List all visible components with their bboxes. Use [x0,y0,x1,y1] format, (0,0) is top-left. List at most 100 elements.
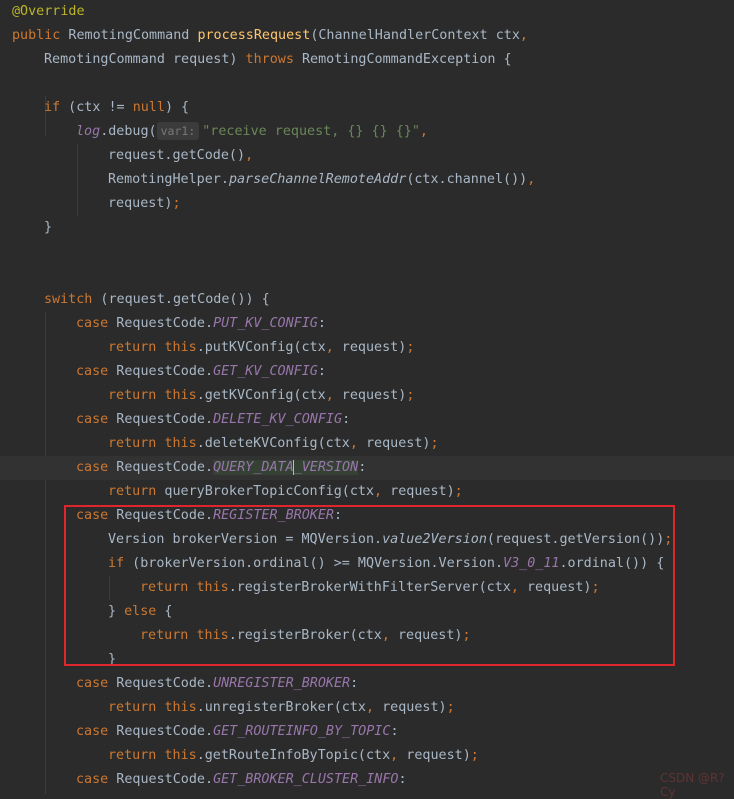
code-line[interactable]: case RequestCode.GET_BROKER_CLUSTER_INFO… [0,768,734,792]
code-editor[interactable]: @Override public RemotingCommand process… [0,0,734,799]
code-text: RequestCode. [108,364,214,379]
keyword: case [76,316,109,331]
keyword: return [108,484,157,499]
keyword: if [44,100,61,115]
punctuation: ; [430,436,439,451]
keyword: return [108,748,157,763]
code-text: RemotingCommandException { [293,52,512,67]
code-text: RequestCode. [108,412,214,427]
punctuation: ; [454,484,463,499]
code-text: request) [333,340,407,355]
parameter-hint: var1: [156,122,200,140]
constant: UNREGISTER_BROKER [213,676,351,691]
keyword: return [108,388,157,403]
static-method: parseChannelRemoteAddr [228,172,407,187]
constant: GET_BROKER_CLUSTER_INFO [213,772,399,787]
code-text: RequestCode. [108,676,214,691]
code-text: RemotingCommand [60,28,198,43]
punctuation: ; [470,748,479,763]
code-line[interactable]: @Override [0,0,734,24]
code-text: (ChannelHandlerContext ctx [310,28,520,43]
code-text: : [342,412,351,427]
code-text: .putKVConfig(ctx [196,340,326,355]
code-line[interactable]: request.getCode(), [0,144,734,168]
keyword: switch [44,292,93,307]
code-text: request) [382,484,455,499]
keyword: case [76,772,109,787]
keyword: this [164,700,197,715]
keyword: public [12,28,61,43]
code-text: .getKVConfig(ctx [196,388,326,403]
code-line[interactable]: case RequestCode.PUT_KV_CONFIG: [0,312,734,336]
punctuation: , [519,28,528,43]
constant: GET_KV_CONFIG [213,364,318,379]
punctuation: , [245,148,254,163]
code-text: (ctx.channel()) [406,172,528,187]
punctuation: ; [172,196,181,211]
constant: QUERY_DATA [213,460,294,475]
code-text: : [317,316,326,331]
code-line[interactable]: public RemotingCommand processRequest(Ch… [0,24,734,48]
code-text: .deleteKVConfig(ctx [196,436,350,451]
code-text: request) [374,700,447,715]
code-line[interactable]: if (ctx != null) { [0,96,734,120]
punctuation: , [527,172,536,187]
constant: DELETE_KV_CONFIG [213,412,343,427]
punctuation: , [419,124,428,139]
punctuation: , [325,340,334,355]
code-line[interactable]: log.debug(var1: "receive request, {} {} {… [0,120,734,144]
keyword: throws [245,52,294,67]
punctuation: , [325,388,334,403]
keyword: case [76,412,109,427]
code-line[interactable]: return this.getRouteInfoByTopic(ctx, req… [0,744,734,768]
code-line[interactable]: return this.getKVConfig(ctx, request); [0,384,734,408]
punctuation: , [374,484,383,499]
punctuation: ; [446,700,455,715]
punctuation: ; [406,388,415,403]
code-line[interactable]: request); [0,192,734,216]
code-text: (ctx != [60,100,133,115]
code-text: RemotingCommand request) [44,52,246,67]
code-text: RequestCode. [108,724,214,739]
code-line[interactable]: return queryBrokerTopicConfig(ctx, reque… [0,480,734,504]
code-line[interactable]: case RequestCode.QUERY_DATA_VERSION: [0,456,734,480]
keyword: case [76,676,109,691]
code-line[interactable]: RemotingCommand request) throws Remoting… [0,48,734,72]
code-line[interactable]: switch (request.getCode()) { [0,288,734,312]
punctuation: ; [406,340,415,355]
keyword: case [76,460,109,475]
code-line[interactable]: case RequestCode.DELETE_KV_CONFIG: [0,408,734,432]
code-text: : [350,676,359,691]
code-line[interactable]: } [0,216,734,240]
code-line[interactable]: case RequestCode.UNREGISTER_BROKER: [0,672,734,696]
code-text: ) { [164,100,190,115]
watermark: CSDN @R?Cy [660,771,725,799]
code-line[interactable]: return this.deleteKVConfig(ctx, request)… [0,432,734,456]
highlight-box [64,505,675,666]
code-line[interactable]: return this.putKVConfig(ctx, request); [0,336,734,360]
code-text: RequestCode. [108,772,214,787]
code-text: .unregisterBroker(ctx [196,700,366,715]
keyword: return [108,340,157,355]
keyword: this [164,436,197,451]
code-line[interactable]: return this.unregisterBroker(ctx, reques… [0,696,734,720]
keyword: case [76,724,109,739]
keyword: null [132,100,165,115]
punctuation: , [366,700,375,715]
code-line[interactable]: RemotingHelper.parseChannelRemoteAddr(ct… [0,168,734,192]
keyword: this [164,340,197,355]
keyword: this [164,748,197,763]
code-text: request) [333,388,407,403]
code-line[interactable]: case RequestCode.GET_ROUTEINFO_BY_TOPIC: [0,720,734,744]
method-name: processRequest [197,28,311,43]
code-text: request) [108,196,173,211]
code-text: request.getCode() [108,148,246,163]
code-text: : [398,772,407,787]
string-literal: "receive request, {} {} {}" [202,124,420,139]
code-line[interactable]: case RequestCode.GET_KV_CONFIG: [0,360,734,384]
code-text: request) [398,748,471,763]
code-text: .getRouteInfoByTopic(ctx [196,748,391,763]
constant: PUT_KV_CONFIG [213,316,318,331]
text-caret: _VERSION [292,460,359,475]
constant: GET_ROUTEINFO_BY_TOPIC [213,724,391,739]
